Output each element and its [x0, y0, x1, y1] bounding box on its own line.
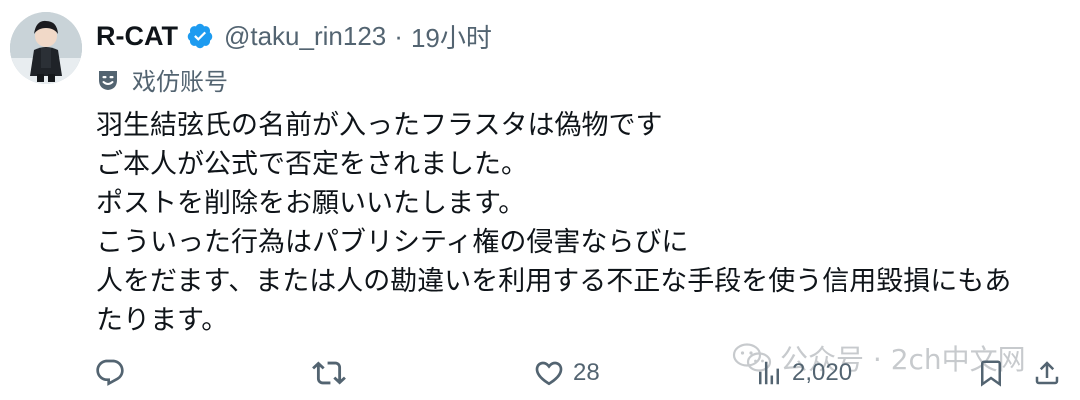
tweet-body: 羽生結弦氏の名前が入ったフラスタは偽物です ご本人が公式で否定をされました。 ポ… [96, 106, 1066, 340]
views-count: 2,020 [792, 359, 853, 386]
tweet: R-CAT @taku_rin123 · 19小时 戏仿账号 羽生結弦氏の名前が… [0, 0, 1080, 400]
display-name[interactable]: R-CAT [96, 21, 178, 52]
retweet-button[interactable] [312, 356, 346, 390]
tweet-body-line: ポストを削除をお願いいたします。 [96, 188, 526, 219]
timestamp[interactable]: 19小时 [411, 18, 492, 55]
verified-badge-icon [186, 22, 214, 50]
tweet-body-line: 人をだます、または人の勘違いを利用する不正な手段を使う信用毀損にもあ [96, 266, 1012, 297]
tweet-body-line: こういった行為はパブリシティ権の侵害ならびに [96, 227, 689, 258]
share-button[interactable] [1032, 356, 1062, 390]
tweet-header: R-CAT @taku_rin123 · 19小时 [96, 16, 492, 56]
like-button[interactable]: 28 [533, 356, 600, 390]
theater-mask-icon [96, 68, 120, 92]
parody-label: 戏仿账号 [96, 62, 228, 97]
like-count: 28 [573, 359, 600, 386]
avatar[interactable] [10, 12, 82, 84]
separator-dot: · [394, 20, 403, 51]
bookmark-icon [981, 360, 1001, 387]
tweet-body-line: 羽生結弦氏の名前が入ったフラスタは偽物です [96, 110, 663, 141]
views-icon [759, 361, 779, 385]
action-bar: 28 2,020 [0, 348, 1080, 400]
heart-icon [535, 361, 563, 386]
retweet-icon [312, 361, 346, 385]
tweet-body-line: たります。 [96, 305, 229, 336]
tweet-body-line: ご本人が公式で否定をされました。 [96, 149, 528, 180]
bookmark-button[interactable] [976, 356, 1006, 390]
avatar-image [10, 12, 82, 84]
reply-icon [96, 359, 124, 386]
views-button[interactable]: 2,020 [754, 356, 852, 390]
reply-button[interactable] [94, 356, 126, 390]
share-icon [1035, 361, 1059, 385]
handle[interactable]: @taku_rin123 [224, 21, 386, 52]
parody-label-text: 戏仿账号 [132, 68, 228, 96]
